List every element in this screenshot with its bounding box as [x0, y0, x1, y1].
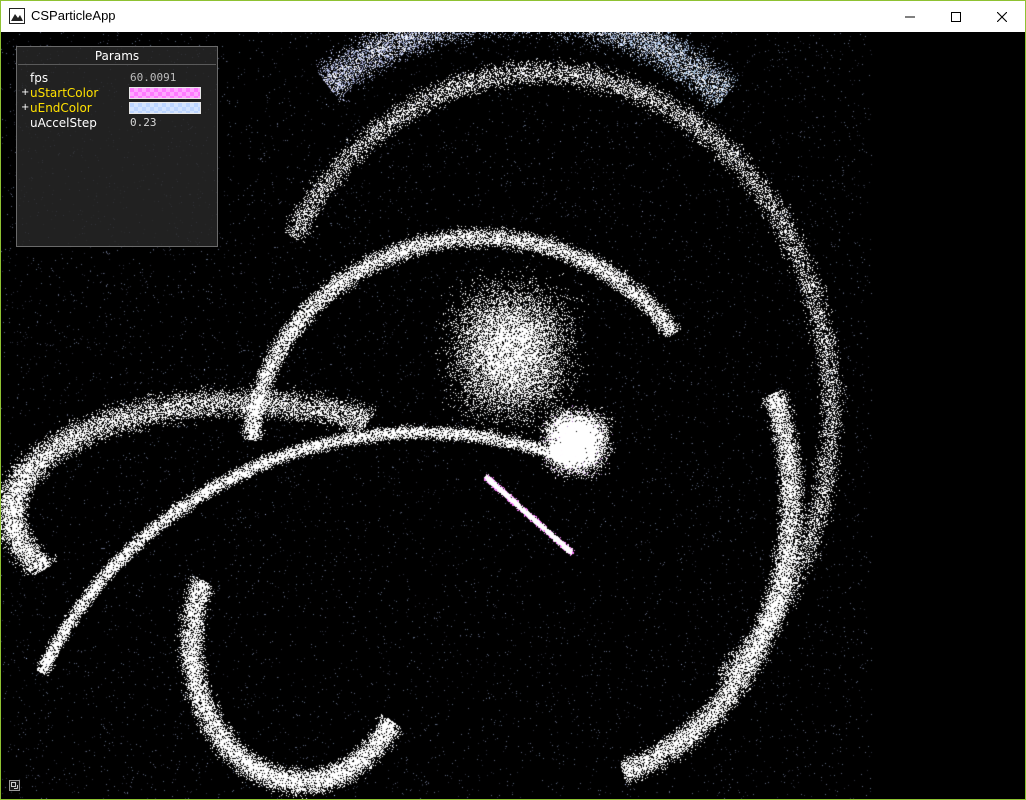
params-panel[interactable]: Params fps 60.0091 + uStartColor + uEndC…: [16, 46, 218, 247]
param-label-ustartcolor: uStartColor: [30, 86, 99, 100]
param-row-fps: fps 60.0091: [17, 71, 217, 86]
param-label-uaccelstep: uAccelStep: [30, 116, 97, 130]
params-divider: [18, 64, 216, 65]
corner-resize-icon[interactable]: [9, 780, 20, 791]
param-row-uaccelstep[interactable]: uAccelStep 0.23: [17, 116, 217, 131]
maximize-icon: [951, 11, 961, 22]
expand-icon[interactable]: +: [21, 86, 29, 100]
color-swatch-uendcolor[interactable]: [129, 102, 201, 114]
param-row-ustartcolor[interactable]: + uStartColor: [17, 86, 217, 101]
param-value-uaccelstep[interactable]: 0.23: [130, 116, 157, 130]
expand-icon[interactable]: +: [21, 101, 29, 115]
minimize-button[interactable]: [887, 1, 933, 32]
close-button[interactable]: [979, 1, 1025, 32]
param-label-fps: fps: [30, 71, 49, 85]
particle-viewport[interactable]: Params fps 60.0091 + uStartColor + uEndC…: [1, 32, 1025, 799]
app-window: CSParticleApp Params fps 60.0091 + uStar…: [0, 0, 1026, 800]
app-icon: [9, 8, 25, 24]
param-label-uendcolor: uEndColor: [30, 101, 92, 115]
param-row-uendcolor[interactable]: + uEndColor: [17, 101, 217, 116]
color-swatch-ustartcolor[interactable]: [129, 87, 201, 99]
close-icon: [997, 11, 1007, 22]
param-value-fps: 60.0091: [130, 71, 177, 84]
window-title: CSParticleApp: [31, 8, 116, 23]
maximize-button[interactable]: [933, 1, 979, 32]
params-panel-title: Params: [94, 49, 140, 63]
title-bar[interactable]: CSParticleApp: [1, 1, 1025, 32]
minimize-icon: [905, 16, 915, 17]
